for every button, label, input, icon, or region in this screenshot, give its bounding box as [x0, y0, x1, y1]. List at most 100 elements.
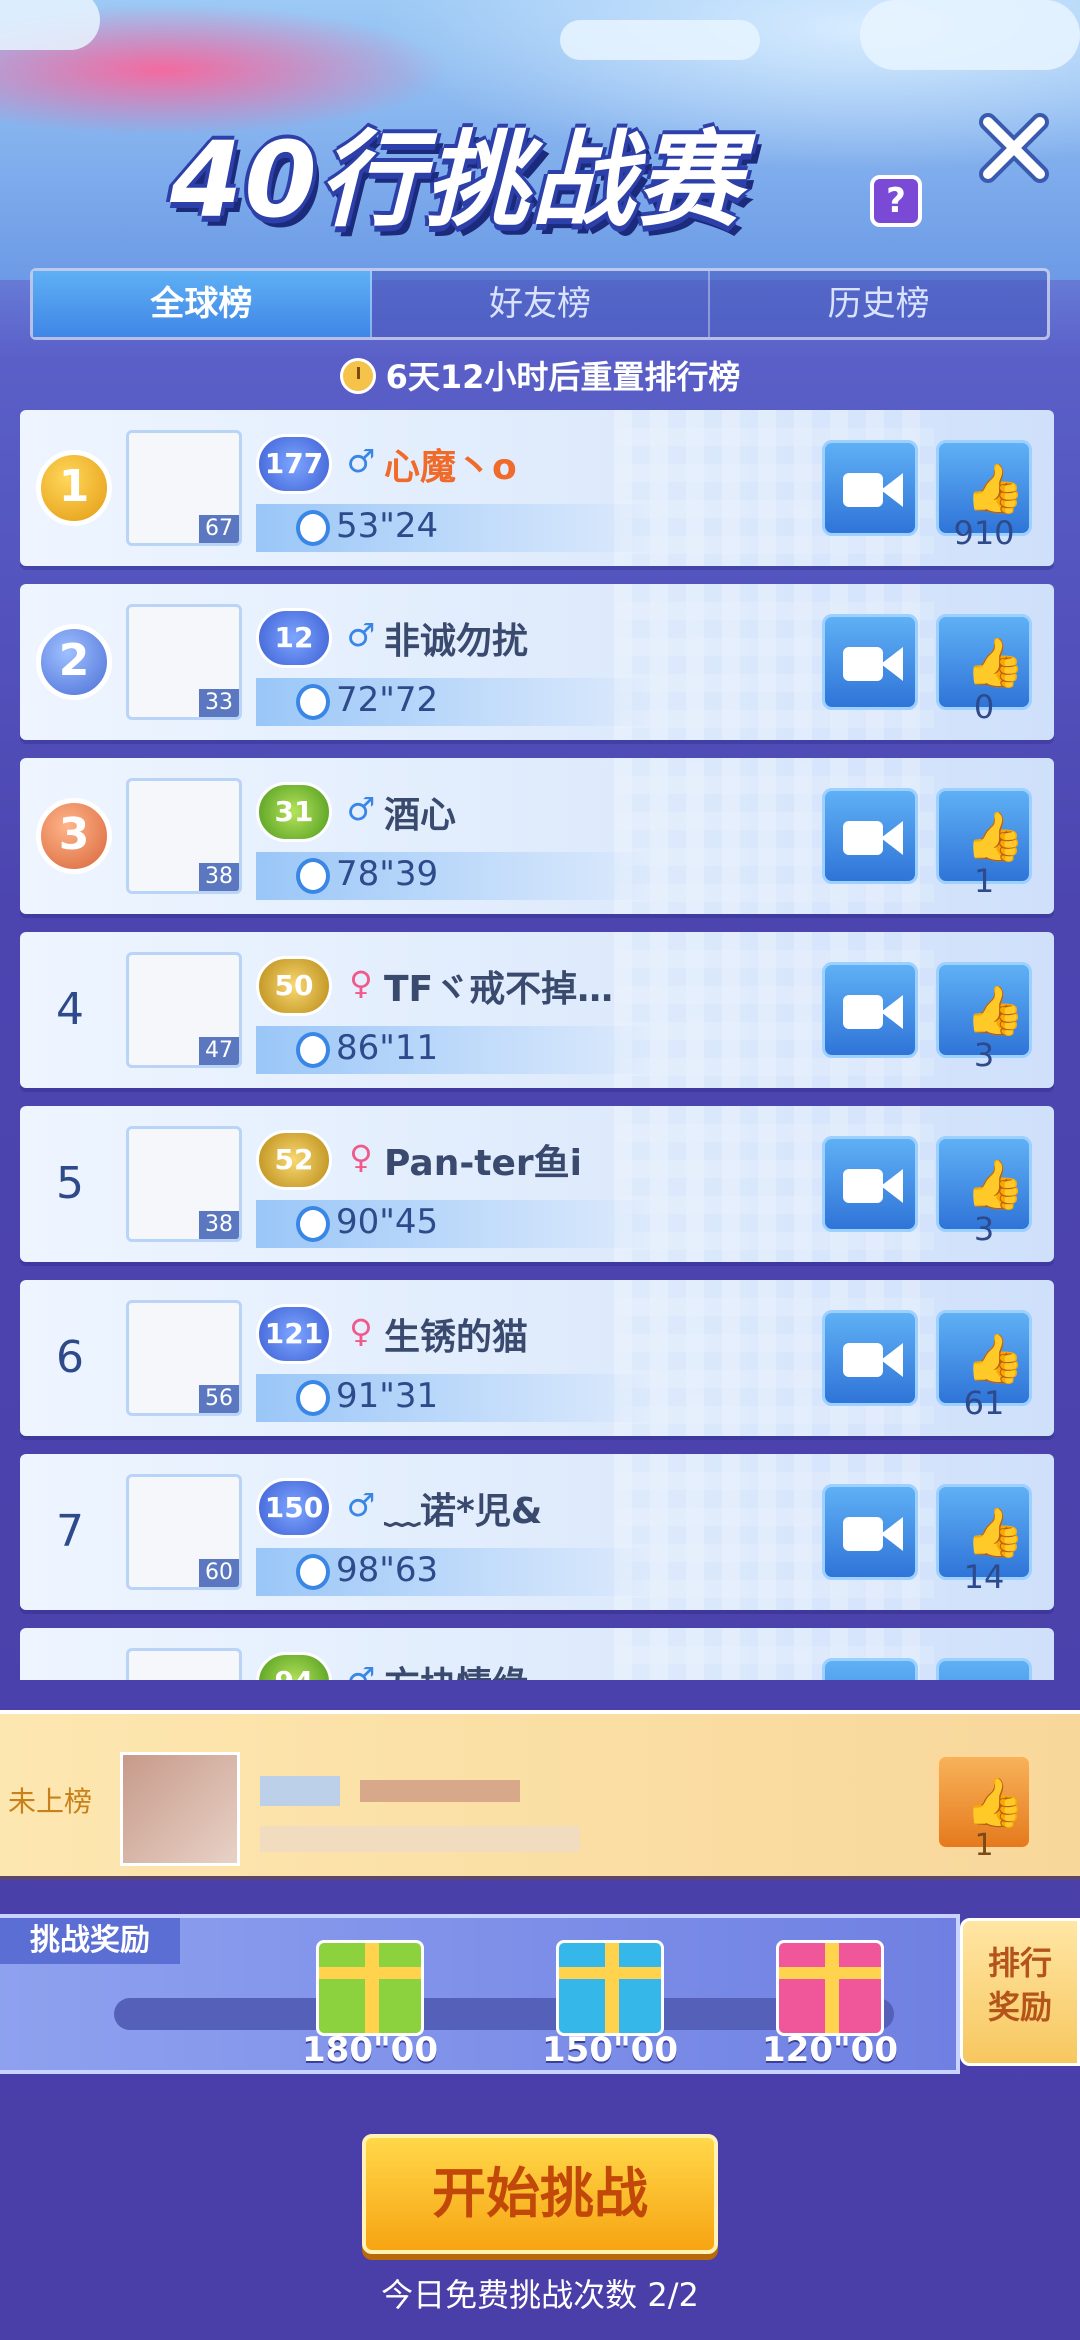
replay-video-button[interactable]	[822, 962, 918, 1058]
player-name: ﹏诺*児&	[384, 1491, 543, 1532]
header-banner: 40行挑战赛 ?	[0, 0, 1080, 280]
player-name: Pan-ter鱼i	[384, 1143, 583, 1184]
thumbs-up-icon: 👍	[965, 983, 1025, 1039]
video-camera-icon	[843, 1517, 883, 1551]
rank-reward-button[interactable]: 排行奖励	[960, 1918, 1080, 2066]
clear-time: 53"24	[336, 506, 439, 546]
my-avatar	[120, 1752, 240, 1866]
stopwatch-icon	[296, 1380, 330, 1416]
player-name: 方块情缘	[384, 1656, 684, 1680]
free-attempts-text: 今日免费挑战次数 2/2	[381, 2276, 699, 2314]
thumbs-up-icon: 👍	[965, 635, 1025, 691]
like-count: 1	[973, 862, 995, 900]
stopwatch-icon	[296, 684, 330, 720]
avatar[interactable]: 47	[126, 952, 242, 1068]
clear-time: 98"63	[336, 1550, 439, 1590]
avatar[interactable]: 60	[126, 1474, 242, 1590]
page-title: 40行挑战赛	[170, 119, 743, 241]
replay-video-button[interactable]	[822, 1484, 918, 1580]
avatar[interactable]: 33	[126, 604, 242, 720]
video-camera-icon	[843, 647, 883, 681]
like-count: 3	[973, 1036, 995, 1074]
start-challenge-button[interactable]: 开始挑战	[362, 2134, 718, 2254]
avatar-level: 47	[199, 1037, 239, 1065]
leaderboard-list[interactable]: 1 67 177 ♂ 心魔丶o 53"24 👍 910 2 33 12 ♂ 非诚勿扰 72"72 👍 0 3 38…	[0, 410, 1080, 1680]
avatar[interactable]: 38	[126, 1126, 242, 1242]
replay-video-button[interactable]	[822, 1136, 918, 1232]
tab-friends[interactable]: 好友榜	[372, 271, 711, 337]
challenge-rewards: 挑战奖励 180"00 150"00 120"00	[0, 1914, 960, 2074]
blurred-name	[360, 1780, 520, 1802]
like-count: 910	[953, 514, 1015, 552]
clear-time: 86"11	[336, 1028, 439, 1068]
player-name: 生锈的猫	[384, 1317, 529, 1358]
avatar-level: 38	[199, 1211, 239, 1239]
leaderboard-row[interactable]: 4 47 50 ♀ TFヾ戒不掉… 86"11 👍 3	[20, 932, 1054, 1088]
leaderboard-tabs: 全球榜 好友榜 历史榜	[30, 268, 1050, 340]
thumbs-up-icon: 👍	[965, 1331, 1025, 1387]
replay-video-button[interactable]	[822, 788, 918, 884]
gift-icon[interactable]	[776, 1940, 884, 2036]
avatar-level: 33	[199, 689, 239, 717]
like-count: 0	[973, 688, 995, 726]
leaderboard-row[interactable]: 6 56 121 ♀ 生锈的猫 91"31 👍 61	[20, 1280, 1054, 1436]
leaderboard-row[interactable]: 894♂方块情缘👍	[20, 1628, 1054, 1680]
like-button[interactable]: 👍	[936, 1658, 1032, 1680]
stopwatch-icon	[296, 1206, 330, 1242]
avatar-level: 56	[199, 1385, 239, 1413]
video-camera-lens	[881, 473, 903, 507]
level-badge: 52	[256, 1130, 332, 1190]
replay-video-button[interactable]	[822, 1310, 918, 1406]
avatar[interactable]: 67	[126, 430, 242, 546]
replay-video-button[interactable]	[822, 614, 918, 710]
replay-video-button[interactable]	[822, 1658, 918, 1680]
thumbs-up-icon: 👍	[965, 1677, 1025, 1680]
rank-number: 5	[56, 1158, 84, 1209]
gift-icon[interactable]	[556, 1940, 664, 2036]
tab-global[interactable]: 全球榜	[33, 271, 372, 337]
video-camera-lens	[881, 1517, 903, 1551]
stopwatch-icon	[296, 858, 330, 894]
cloud-decoration	[0, 0, 100, 50]
help-icon[interactable]: ?	[870, 175, 922, 227]
gift-threshold-label: 180"00	[302, 2030, 438, 2070]
clear-time: 78"39	[336, 854, 439, 894]
rank-number: 7	[56, 1506, 84, 1557]
blurred-name	[260, 1776, 340, 1806]
rank-medal-icon: 2	[36, 624, 112, 700]
replay-video-button[interactable]	[822, 440, 918, 536]
rank-number: 4	[56, 984, 84, 1035]
video-camera-icon	[843, 995, 883, 1029]
gift-icon[interactable]	[316, 1940, 424, 2036]
thumbs-up-icon: 👍	[965, 1157, 1025, 1213]
leaderboard-row[interactable]: 2 33 12 ♂ 非诚勿扰 72"72 👍 0	[20, 584, 1054, 740]
leaderboard-row[interactable]: 1 67 177 ♂ 心魔丶o 53"24 👍 910	[20, 410, 1054, 566]
player-name: 心魔丶o	[384, 447, 517, 488]
unranked-label: 未上榜	[8, 1785, 93, 1818]
stopwatch-icon	[296, 1554, 330, 1590]
blurred-info	[260, 1826, 580, 1852]
leaderboard-row[interactable]: 5 38 52 ♀ Pan-ter鱼i 90"45 👍 3	[20, 1106, 1054, 1262]
avatar[interactable]: 38	[126, 778, 242, 894]
female-icon: ♀	[349, 1138, 373, 1176]
stopwatch-icon	[296, 510, 330, 546]
male-icon: ♂	[346, 1660, 376, 1680]
avatar[interactable]: 56	[126, 1300, 242, 1416]
leaderboard-row[interactable]: 3 38 31 ♂ 酒心 78"39 👍 1	[20, 758, 1054, 914]
rank-reward-label: 排行奖励	[987, 1944, 1052, 2026]
leaderboard-row[interactable]: 7 60 150 ♂ ﹏诺*児& 98"63 👍 14	[20, 1454, 1054, 1610]
tab-history[interactable]: 历史榜	[710, 271, 1047, 337]
video-camera-lens	[881, 995, 903, 1029]
gift-threshold-label: 150"00	[542, 2030, 678, 2070]
reset-timer: 6天12小时后重置排行榜	[0, 352, 1080, 398]
video-camera-icon	[843, 473, 883, 507]
avatar-level: 60	[199, 1559, 239, 1587]
thumbs-up-icon: 👍	[965, 461, 1025, 517]
video-camera-lens	[881, 647, 903, 681]
avatar[interactable]	[126, 1648, 242, 1680]
female-icon: ♀	[349, 964, 373, 1002]
close-icon[interactable]	[978, 112, 1050, 184]
video-camera-icon	[843, 1169, 883, 1203]
clear-time: 90"45	[336, 1202, 439, 1242]
my-rank-row: 未上榜 👍 1	[0, 1710, 1080, 1876]
